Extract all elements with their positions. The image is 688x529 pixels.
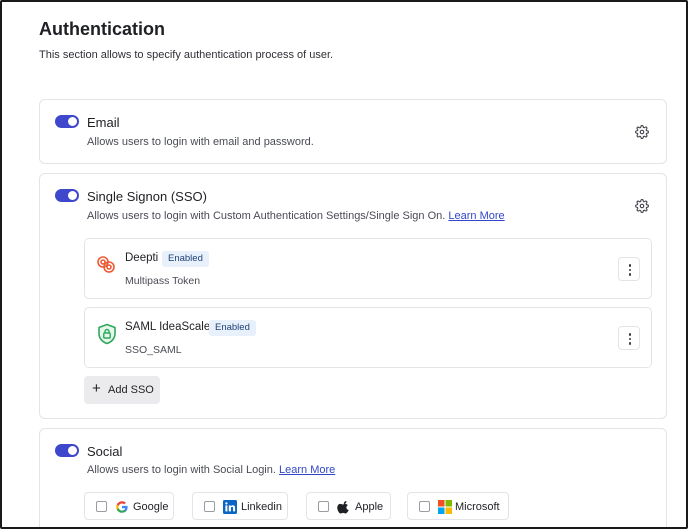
google-label: Google bbox=[133, 501, 169, 513]
sso-description-row: Allows users to login with Custom Authen… bbox=[87, 210, 505, 222]
toggle-knob bbox=[68, 446, 77, 455]
apple-label: Apple bbox=[355, 501, 384, 513]
email-description: Allows users to login with email and pas… bbox=[87, 136, 314, 148]
sso-title: Single Signon (SSO) bbox=[87, 189, 207, 204]
sso-toggle[interactable] bbox=[55, 189, 79, 202]
social-learn-more-link[interactable]: Learn More bbox=[279, 464, 335, 476]
gear-icon[interactable] bbox=[635, 125, 649, 139]
add-sso-label: Add SSO bbox=[108, 384, 154, 396]
microsoft-checkbox[interactable] bbox=[419, 501, 430, 512]
authentication-panel: Authentication This section allows to sp… bbox=[0, 0, 688, 529]
linkedin-label: Linkedin bbox=[241, 501, 282, 513]
social-description-row: Allows users to login with Social Login.… bbox=[87, 464, 335, 476]
apple-login-option[interactable]: Apple bbox=[306, 492, 391, 520]
sso-description: Allows users to login with Custom Authen… bbox=[87, 210, 446, 222]
provider-name: Deepti bbox=[125, 252, 159, 264]
sso-learn-more-link[interactable]: Learn More bbox=[448, 210, 504, 222]
google-checkbox[interactable] bbox=[96, 501, 107, 512]
page-description: This section allows to specify authentic… bbox=[39, 49, 334, 61]
gear-icon[interactable] bbox=[635, 199, 649, 213]
linkedin-checkbox[interactable] bbox=[204, 501, 215, 512]
microsoft-label: Microsoft bbox=[455, 501, 500, 513]
toggle-knob bbox=[68, 191, 77, 200]
more-options-button[interactable] bbox=[618, 326, 640, 350]
social-title: Social bbox=[87, 444, 123, 459]
page-title: Authentication bbox=[39, 19, 165, 39]
shield-lock-icon bbox=[96, 323, 118, 345]
more-options-button[interactable] bbox=[618, 257, 640, 281]
google-login-option[interactable]: Google bbox=[84, 492, 174, 520]
plus-icon: + bbox=[92, 380, 101, 397]
apple-icon bbox=[337, 500, 351, 514]
add-sso-button[interactable]: + Add SSO bbox=[84, 376, 160, 404]
apple-checkbox[interactable] bbox=[318, 501, 329, 512]
social-description: Allows users to login with Social Login. bbox=[87, 464, 276, 476]
status-badge: Enabled bbox=[209, 320, 256, 336]
social-toggle[interactable] bbox=[55, 444, 79, 457]
multipass-rings-icon bbox=[96, 254, 118, 276]
email-auth-card: Email Allows users to login with email a… bbox=[39, 99, 667, 164]
linkedin-login-option[interactable]: Linkedin bbox=[192, 492, 288, 520]
linkedin-icon bbox=[223, 500, 237, 514]
toggle-knob bbox=[68, 117, 77, 126]
provider-type: SSO_SAML bbox=[125, 344, 182, 356]
sso-auth-card: Single Signon (SSO) Allows users to logi… bbox=[39, 173, 667, 419]
microsoft-login-option[interactable]: Microsoft bbox=[407, 492, 509, 520]
email-toggle[interactable] bbox=[55, 115, 79, 128]
google-icon bbox=[115, 500, 129, 514]
status-badge: Enabled bbox=[162, 251, 209, 267]
sso-provider-deepti: Deepti Enabled Multipass Token bbox=[84, 238, 652, 299]
sso-provider-saml-ideascale: SAML IdeaScale Enabled SSO_SAML bbox=[84, 307, 652, 368]
email-title: Email bbox=[87, 115, 120, 130]
provider-name: SAML IdeaScale bbox=[125, 321, 211, 333]
provider-type: Multipass Token bbox=[125, 275, 201, 287]
microsoft-icon bbox=[438, 500, 452, 514]
social-auth-card: Social Allows users to login with Social… bbox=[39, 428, 667, 527]
